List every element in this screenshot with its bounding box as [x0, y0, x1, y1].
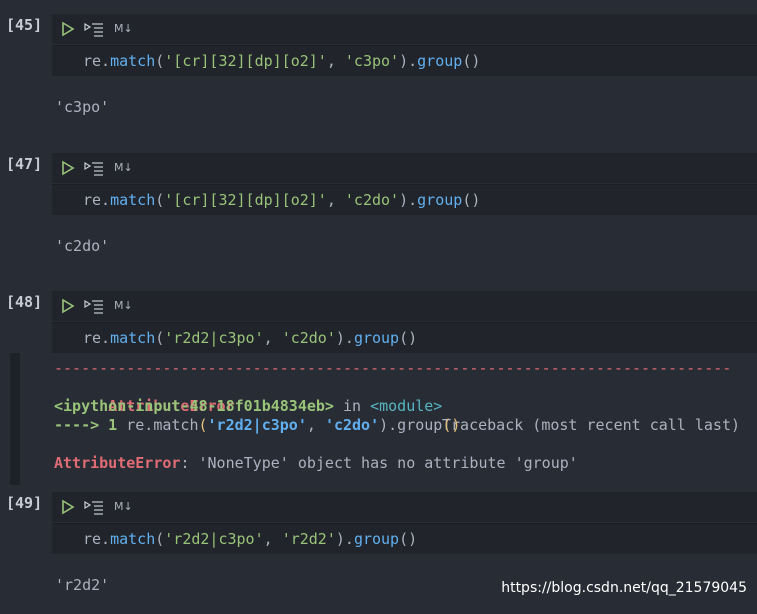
run-all-icon[interactable] [84, 21, 104, 37]
code-line: re.match('r2d2|c3po', 'c2do').group() [83, 329, 418, 347]
traceback-label: Traceback (most recent call last) [442, 416, 741, 434]
code-line: re.match('[cr][32][dp][o2]', 'c2do').gro… [83, 191, 481, 209]
run-all-icon[interactable] [84, 298, 104, 314]
markdown-toggle-button[interactable]: M↓ [114, 500, 133, 513]
cell-output: 'c3po' [55, 98, 110, 116]
traceback-code-line: ----> 1 re.match('r2d2|c3po', 'c2do').gr… [54, 416, 461, 434]
cell-toolbar: M↓ [52, 492, 757, 522]
execution-count: [49] [6, 494, 43, 512]
markdown-toggle-button[interactable]: M↓ [114, 299, 133, 312]
cell-toolbar: M↓ [52, 291, 757, 321]
markdown-toggle-button[interactable]: M↓ [114, 22, 133, 35]
cell-output: 'r2d2' [55, 576, 110, 594]
run-icon[interactable] [60, 21, 76, 37]
traceback-separator: ----------------------------------------… [54, 359, 732, 377]
run-all-icon[interactable] [84, 160, 104, 176]
error-message: AttributeError: 'NoneType' object has no… [54, 454, 578, 472]
code-line: re.match('[cr][32][dp][o2]', 'c3po').gro… [83, 52, 481, 70]
run-icon[interactable] [60, 298, 76, 314]
traceback-location: <ipython-input-48-18f01b4834eb> in <modu… [54, 397, 443, 415]
run-icon[interactable] [60, 499, 76, 515]
code-editor[interactable]: re.match('r2d2|c3po', 'r2d2').group() [52, 523, 757, 554]
run-all-icon[interactable] [84, 499, 104, 515]
code-editor[interactable]: re.match('[cr][32][dp][o2]', 'c2do').gro… [52, 184, 757, 215]
code-line: re.match('r2d2|c3po', 'r2d2').group() [83, 530, 418, 548]
code-editor[interactable]: re.match('[cr][32][dp][o2]', 'c3po').gro… [52, 45, 757, 76]
run-icon[interactable] [60, 160, 76, 176]
code-editor[interactable]: re.match('r2d2|c3po', 'c2do').group() [52, 322, 757, 353]
output-collapse-bar[interactable] [10, 353, 20, 485]
cell-toolbar: M↓ [52, 153, 757, 183]
execution-count: [47] [6, 155, 43, 173]
execution-count: [48] [6, 293, 43, 311]
execution-count: [45] [6, 16, 43, 34]
cell-toolbar: M↓ [52, 14, 757, 44]
markdown-toggle-button[interactable]: M↓ [114, 161, 133, 174]
watermark: https://blog.csdn.net/qq_21579045 [501, 580, 747, 596]
cell-output: 'c2do' [55, 237, 110, 255]
error-output: ----------------------------------------… [10, 353, 757, 485]
